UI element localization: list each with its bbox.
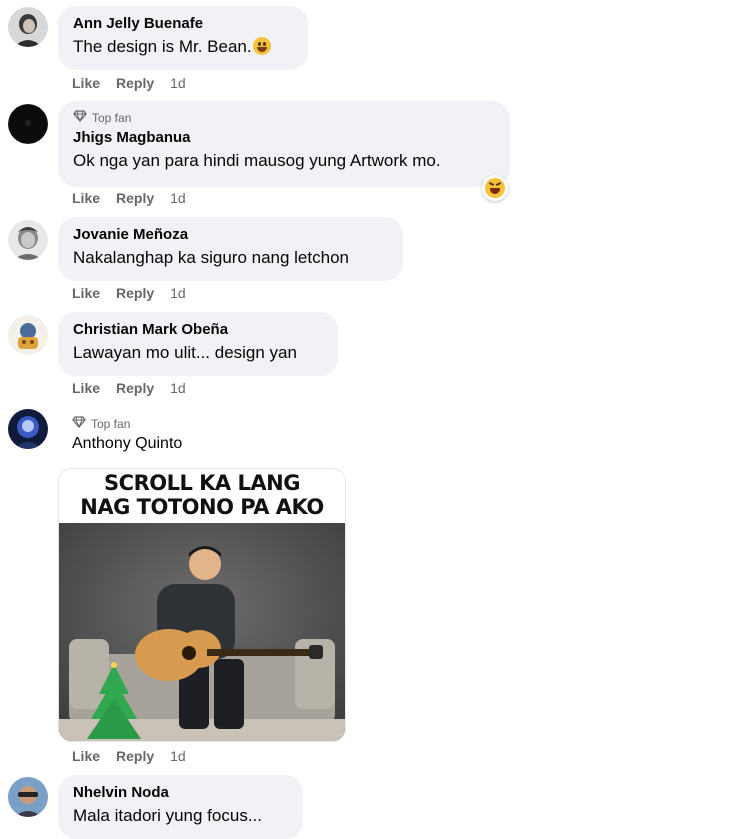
comment-text: The design is Mr. Bean. [73,35,294,59]
comment-actions: Like Reply 1d [72,190,186,206]
comment-timestamp[interactable]: 1d [170,190,186,206]
haha-reaction-icon[interactable] [482,175,508,201]
comment-actions: Like Reply 1d [72,75,186,91]
commenter-name[interactable]: Christian Mark Obeña [73,320,324,339]
reply-button[interactable]: Reply [116,380,154,396]
comment-bubble: Jovanie Meñoza Nakalanghap ka siguro nan… [58,217,403,281]
avatar[interactable] [8,315,48,355]
badge-label: Top fan [91,416,131,431]
reply-button[interactable]: Reply [116,285,154,301]
like-button[interactable]: Like [72,380,100,396]
grinning-sweat-emoji-icon [252,37,271,55]
commenter-name[interactable]: Anthony Quinto [72,434,182,453]
commenter-name[interactable]: Ann Jelly Buenafe [73,14,294,33]
comment-bubble: Christian Mark Obeña Lawayan mo ulit... … [58,312,338,376]
comment-header: Top fan Anthony Quinto [72,416,182,453]
commenter-name[interactable]: Nhelvin Noda [73,783,289,802]
avatar[interactable] [8,104,48,144]
comment-text: Lawayan mo ulit... design yan [73,343,297,362]
comment-actions: Like Reply 1d [72,748,186,764]
meme-image[interactable]: SCROLL KA LANG NAG TOTONO PA AKO [58,468,346,742]
comment-timestamp[interactable]: 1d [170,380,186,396]
avatar[interactable] [8,220,48,260]
comment-timestamp[interactable]: 1d [170,285,186,301]
reply-button[interactable]: Reply [116,748,154,764]
comment-actions: Like Reply 1d [72,380,186,396]
avatar[interactable] [8,7,48,47]
reply-button[interactable]: Reply [116,75,154,91]
comment-bubble: Ann Jelly Buenafe The design is Mr. Bean… [58,6,308,70]
comment-timestamp[interactable]: 1d [170,75,186,91]
avatar[interactable] [8,777,48,817]
comment-bubble: Nhelvin Noda Mala itadori yung focus... [58,775,303,839]
comment-text-content: The design is Mr. Bean. [73,37,252,56]
like-button[interactable]: Like [72,285,100,301]
like-button[interactable]: Like [72,748,100,764]
diamond-icon [72,416,86,431]
meme-caption: SCROLL KA LANG NAG TOTONO PA AKO [59,469,345,523]
meme-caption-line-1: SCROLL KA LANG [104,471,300,495]
comment-text: Ok nga yan para hindi mausog yung Artwor… [73,151,441,170]
top-fan-badge: Top fan [73,110,496,125]
commenter-name[interactable]: Jhigs Magbanua [73,128,496,147]
badge-label: Top fan [92,110,132,125]
meme-caption-line-2: NAG TOTONO PA AKO [80,495,324,519]
like-button[interactable]: Like [72,190,100,206]
comment-text: Mala itadori yung focus... [73,806,262,825]
diamond-icon [73,110,87,125]
top-fan-badge: Top fan [72,416,182,431]
comment-text: Nakalanghap ka siguro nang letchon [73,248,349,267]
avatar[interactable] [8,409,48,449]
comment-actions: Like Reply 1d [72,285,186,301]
like-button[interactable]: Like [72,75,100,91]
comment-timestamp[interactable]: 1d [170,748,186,764]
commenter-name[interactable]: Jovanie Meñoza [73,225,389,244]
comment-bubble: Top fan Jhigs Magbanua Ok nga yan para h… [58,101,510,187]
reply-button[interactable]: Reply [116,190,154,206]
